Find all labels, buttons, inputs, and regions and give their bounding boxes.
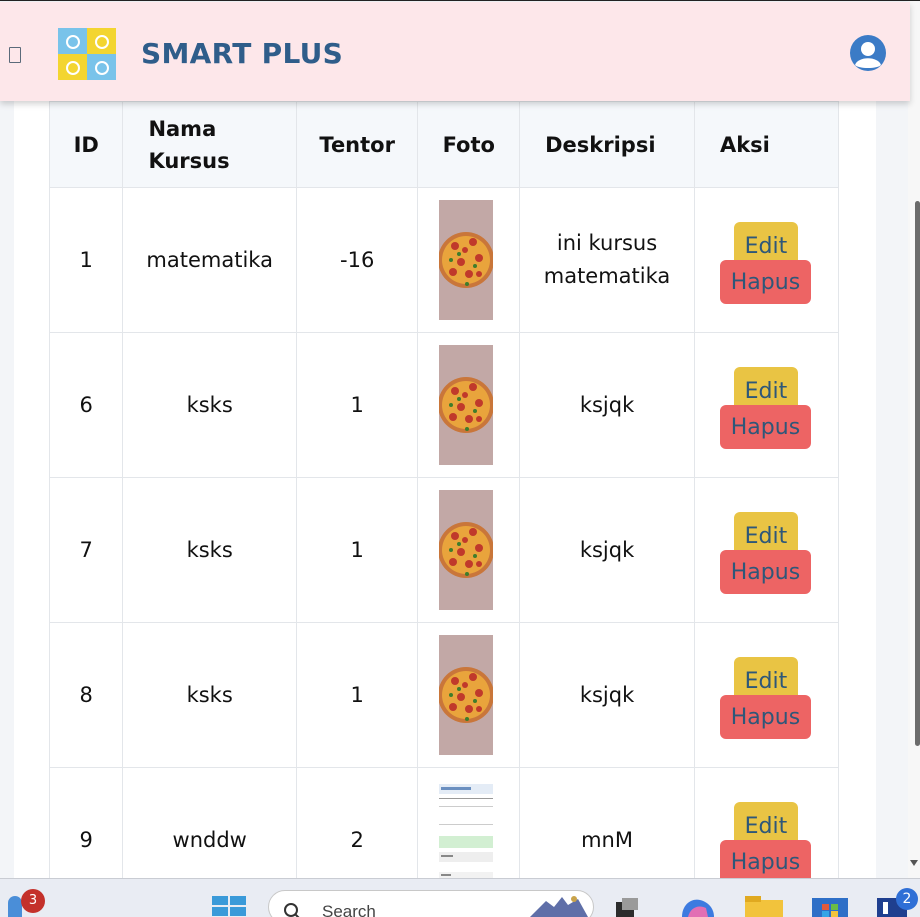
cell-id: 1 — [48, 187, 124, 333]
cell-tentor: 2 — [295, 767, 419, 878]
app-notification-badge: 2 — [896, 888, 918, 910]
table-row: 6 ksks 1 ksjqk Edit Hapus — [48, 332, 840, 478]
header-deskripsi: Deskripsi — [519, 101, 695, 188]
start-windows-icon[interactable] — [212, 896, 246, 917]
widgets-icon[interactable] — [8, 896, 22, 917]
action-group: Edit Hapus — [695, 655, 838, 739]
hapus-button[interactable]: Hapus — [719, 550, 811, 594]
search-placeholder: Search — [322, 902, 376, 917]
cell-foto — [417, 622, 521, 768]
cell-foto — [417, 187, 521, 333]
courses-table: ID Nama Kursus Tentor Foto Deskripsi Aks… — [48, 101, 840, 878]
logo-piece-icon — [87, 28, 116, 54]
cell-name: ksks — [122, 622, 297, 768]
app-logo[interactable] — [58, 28, 116, 80]
user-avatar-icon[interactable] — [849, 34, 887, 72]
cell-id: 8 — [48, 622, 124, 768]
file-explorer-icon[interactable] — [745, 896, 783, 917]
browser-viewport: SMART PLUS ID Nama Kursus Tentor Foto De… — [0, 0, 920, 878]
cell-name: ksks — [122, 477, 297, 623]
cell-tentor: 1 — [295, 622, 419, 768]
brand-title[interactable]: SMART PLUS — [141, 37, 343, 70]
cell-deskripsi: ksjqk — [519, 332, 695, 478]
pizza-image — [439, 345, 494, 465]
header-id: ID — [48, 101, 124, 188]
hapus-button[interactable]: Hapus — [719, 840, 811, 878]
logo-piece-icon — [58, 28, 87, 54]
action-group: Edit Hapus — [695, 220, 838, 304]
copilot-icon[interactable] — [678, 896, 718, 917]
menu-toggle-icon[interactable] — [9, 47, 21, 63]
document-screenshot-image — [439, 780, 494, 878]
microsoft-store-icon[interactable] — [812, 896, 848, 917]
header-name: Nama Kursus — [122, 101, 297, 188]
cell-foto — [417, 332, 521, 478]
task-view-icon[interactable] — [614, 896, 640, 917]
cell-deskripsi: mnM — [519, 767, 695, 878]
widgets-badge: 3 — [21, 889, 45, 913]
cell-id: 6 — [48, 332, 124, 478]
logo-piece-icon — [87, 54, 116, 80]
cell-name: ksks — [122, 332, 297, 478]
cell-deskripsi: ini kursus matematika — [519, 187, 695, 333]
action-group: Edit Hapus — [695, 365, 838, 449]
action-group: Edit Hapus — [695, 510, 838, 594]
cell-aksi: Edit Hapus — [693, 187, 840, 333]
top-navbar: SMART PLUS — [0, 2, 910, 101]
cell-aksi: Edit Hapus — [693, 767, 840, 878]
cell-tentor: -16 — [295, 187, 419, 333]
scrollbar-thumb[interactable] — [915, 201, 920, 746]
search-icon — [284, 903, 300, 917]
action-group: Edit Hapus — [695, 800, 838, 878]
pizza-image — [439, 490, 494, 610]
table-row: 1 matematika -16 ini kursus matematika E… — [48, 187, 840, 333]
cell-foto — [417, 767, 521, 878]
cell-aksi: Edit Hapus — [693, 332, 840, 478]
header-aksi: Aksi — [693, 101, 840, 188]
pizza-image — [439, 200, 494, 320]
cell-id: 7 — [48, 477, 124, 623]
hapus-button[interactable]: Hapus — [719, 695, 811, 739]
pizza-image — [439, 635, 494, 755]
header-foto: Foto — [417, 101, 521, 188]
logo-piece-icon — [58, 54, 87, 80]
cell-tentor: 1 — [295, 477, 419, 623]
search-highlight-bird-icon — [530, 896, 588, 917]
cell-aksi: Edit Hapus — [693, 622, 840, 768]
cell-tentor: 1 — [295, 332, 419, 478]
table-row: 8 ksks 1 ksjqk Edit Hapus — [48, 622, 840, 768]
hapus-button[interactable]: Hapus — [719, 260, 811, 304]
cell-name: wnddw — [122, 767, 297, 878]
cell-id: 9 — [48, 767, 124, 878]
cell-aksi: Edit Hapus — [693, 477, 840, 623]
scroll-down-arrow-icon[interactable] — [910, 860, 918, 866]
table-header-row: ID Nama Kursus Tentor Foto Deskripsi Aks… — [48, 101, 840, 188]
cell-foto — [417, 477, 521, 623]
cell-deskripsi: ksjqk — [519, 477, 695, 623]
hapus-button[interactable]: Hapus — [719, 405, 811, 449]
cell-name: matematika — [122, 187, 297, 333]
table-row: 9 wnddw 2 mnM Edit Hapus — [48, 767, 840, 878]
cell-deskripsi: ksjqk — [519, 622, 695, 768]
header-tentor: Tentor — [295, 101, 419, 188]
table-row: 7 ksks 1 ksjqk Edit Hapus — [48, 477, 840, 623]
document-thumbnail-icon — [439, 784, 494, 878]
